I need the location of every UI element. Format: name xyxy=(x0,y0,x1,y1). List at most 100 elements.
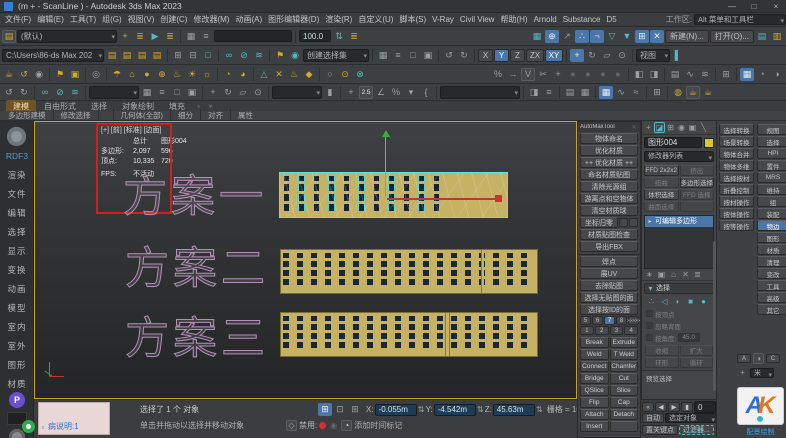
layer2-icon[interactable] xyxy=(578,86,592,99)
angle-snap-icon[interactable] xyxy=(374,86,388,99)
render-teapot-icon[interactable] xyxy=(686,85,700,99)
pick-icon[interactable] xyxy=(148,30,162,43)
poly-detach-button[interactable]: Detach xyxy=(609,409,638,420)
poly-cap-button[interactable]: Cap xyxy=(609,397,638,408)
workspace-dropdown[interactable]: Alt 菜单和工具栏 xyxy=(694,14,786,25)
pin-stack-icon[interactable] xyxy=(644,269,655,280)
folder3-icon[interactable] xyxy=(135,49,149,62)
autotool-id2-button[interactable]: 2 xyxy=(594,326,609,335)
pivot-icon[interactable] xyxy=(615,49,629,62)
sphere-light-icon[interactable] xyxy=(140,68,154,81)
percent-field[interactable]: 100.0 xyxy=(299,30,331,42)
marquee-icon[interactable] xyxy=(201,49,215,62)
autotool-zero-coords-button[interactable]: 坐标归零 xyxy=(580,217,618,228)
selection-rollout-header[interactable]: 选择 xyxy=(644,282,714,294)
ring-button[interactable]: 环形 xyxy=(645,356,679,368)
vray-icon[interactable] xyxy=(521,67,535,81)
bones-icon[interactable] xyxy=(272,68,286,81)
stack-expand-icon[interactable] xyxy=(647,216,653,227)
daylight-icon[interactable] xyxy=(200,68,214,81)
save-icon[interactable] xyxy=(755,30,769,43)
axis-x-button[interactable]: X xyxy=(478,48,493,62)
autotool-weld-button[interactable]: 焊点 xyxy=(580,256,638,267)
poly-qslice-button[interactable]: QSlice xyxy=(580,385,609,396)
undo2-icon[interactable] xyxy=(2,86,16,99)
named-sel-dropdown[interactable] xyxy=(440,85,520,99)
window-crossing-icon[interactable] xyxy=(186,49,200,62)
filter-dropdown[interactable] xyxy=(89,85,139,99)
snap-toggle-icon[interactable] xyxy=(545,29,559,43)
project-path-dropdown[interactable]: C:\Users\86-ds Max 202 xyxy=(2,48,104,62)
rp-cat-cleanup[interactable]: 清理 xyxy=(757,256,786,267)
axis-z-button[interactable]: Z xyxy=(510,48,525,62)
render-teapot2-icon[interactable] xyxy=(701,86,715,99)
target-light-icon[interactable] xyxy=(53,68,67,81)
rp-by-group-op-button[interactable]: 按等操作 xyxy=(719,220,754,231)
maximize-icon[interactable] xyxy=(744,0,764,12)
circle-sel-icon[interactable] xyxy=(288,49,302,62)
rp-collapse-button[interactable]: 折叠控制 xyxy=(719,184,754,195)
go-start-button[interactable]: « xyxy=(642,402,654,412)
gizmo-y-axis[interactable] xyxy=(385,136,386,196)
scissors-icon[interactable] xyxy=(536,68,550,81)
poly-flip-button[interactable]: Flip xyxy=(580,397,609,408)
autotool-uv-button[interactable]: 展UV xyxy=(580,268,638,279)
ribbon-toggle-icon[interactable] xyxy=(599,85,613,99)
nav-orbit-icon[interactable] xyxy=(753,353,764,364)
time-tag-icon[interactable] xyxy=(341,420,353,431)
undo-icon[interactable] xyxy=(442,49,456,62)
arc-rotate-icon[interactable] xyxy=(17,68,31,81)
vertex-subobject-icon[interactable] xyxy=(646,296,657,307)
brace-icon[interactable] xyxy=(419,86,433,99)
grid-snap-icon[interactable] xyxy=(530,30,544,43)
play-button[interactable]: ▶ xyxy=(668,402,680,412)
edge-subobject-icon[interactable] xyxy=(659,296,670,307)
scale-icon[interactable] xyxy=(600,49,614,62)
selection-lock-icon[interactable] xyxy=(333,403,347,416)
remove-modifier-icon[interactable] xyxy=(680,269,691,280)
tri-solid-icon[interactable] xyxy=(620,30,634,43)
building-plan2[interactable] xyxy=(280,249,538,294)
by-angle-checkbox[interactable] xyxy=(646,334,653,341)
select-by-name-icon[interactable] xyxy=(391,49,405,62)
pie-icon[interactable] xyxy=(221,68,235,81)
rail-item-shapes[interactable]: 图形 xyxy=(0,359,34,371)
rp-cat-advanced[interactable]: 高级 xyxy=(757,292,786,303)
panel-subdivision[interactable]: 细分 xyxy=(174,110,197,121)
scene-explorer-icon[interactable] xyxy=(563,86,577,99)
rp-select-convert-button[interactable]: 选择转换 xyxy=(719,124,754,135)
diamond-icon[interactable] xyxy=(302,68,316,81)
poly-bridge-button[interactable]: Bridge xyxy=(580,373,609,384)
go-end-button[interactable]: ▮ xyxy=(681,402,693,412)
rail-item-transform[interactable]: 变换 xyxy=(0,264,34,276)
teapot-icon[interactable] xyxy=(2,68,16,81)
gizmo-x-axis[interactable] xyxy=(387,198,499,200)
layers-icon[interactable] xyxy=(2,29,16,43)
time-tag-label[interactable]: 添加时间标记 xyxy=(354,420,402,431)
folder4-icon[interactable] xyxy=(150,49,164,62)
menu-file[interactable]: 文件(F) xyxy=(2,14,34,25)
poly-insert-button[interactable]: Insert xyxy=(580,421,609,432)
film-icon[interactable] xyxy=(68,68,82,81)
autotool-optimize-mat-button[interactable]: 优化材质 xyxy=(580,145,638,156)
rp-cat-objects[interactable]: 物边 xyxy=(757,220,786,231)
autotool-id1-button[interactable]: 1 xyxy=(580,326,594,335)
ignore-backfacing-checkbox[interactable] xyxy=(646,322,653,329)
display-tab-icon[interactable] xyxy=(687,122,698,133)
motion-tab-icon[interactable] xyxy=(676,122,687,133)
chat-badge-icon[interactable] xyxy=(22,420,35,433)
stack-editable-poly[interactable]: 可编辑多边形 xyxy=(645,215,713,227)
move2-icon[interactable] xyxy=(206,86,220,99)
record-dot-icon[interactable] xyxy=(319,422,327,429)
menu-customize[interactable]: 自定义(U) xyxy=(355,14,396,25)
rp2-button-7[interactable]: 组 xyxy=(757,196,786,207)
autotool-export-fbx-button[interactable]: 导出FBX xyxy=(580,241,638,252)
viewport[interactable]: [+] [前] [标准] [边面] 总计 图形004 多边形: 2,097 59… xyxy=(34,121,577,399)
panel-geometry-all[interactable]: 几何体(全部) xyxy=(117,110,168,121)
rp2-button-8[interactable]: 装配 xyxy=(757,208,786,219)
dope-sheet-icon[interactable] xyxy=(698,68,712,81)
byname-icon[interactable] xyxy=(155,86,169,99)
rp-by-obj-op-button[interactable]: 按体操作 xyxy=(719,208,754,219)
percent-icon[interactable] xyxy=(491,68,505,81)
autotool-titlebar[interactable]: AutoMaxTool xyxy=(578,122,640,132)
